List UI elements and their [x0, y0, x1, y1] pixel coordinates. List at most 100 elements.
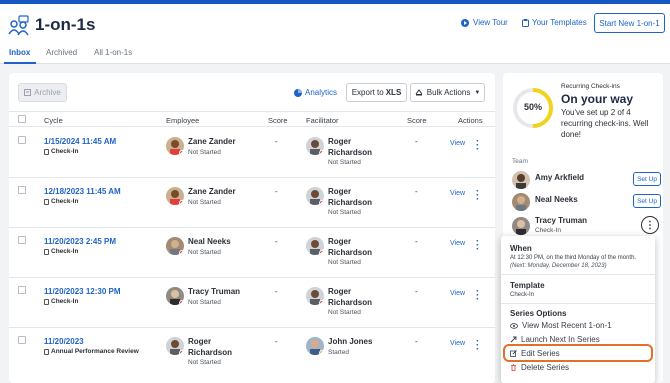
view-most-recent-label: View Most Recent 1-on-1: [522, 321, 612, 330]
template-label: Template: [510, 281, 545, 290]
select-all-checkbox[interactable]: [18, 115, 26, 123]
row-checkbox[interactable]: [18, 236, 26, 244]
row-checkbox[interactable]: [18, 336, 26, 344]
play-circle-icon: [461, 18, 469, 27]
tab-bar: Inbox Archived All 1-on-1s: [0, 44, 670, 64]
employee-status: Not Started: [188, 149, 221, 156]
avatar: [166, 137, 184, 155]
progress-percent: 50%: [523, 102, 542, 112]
cycle-date-link[interactable]: 11/20/2023 12:30 PM: [44, 287, 121, 296]
delete-series-item[interactable]: Delete Series: [510, 363, 569, 372]
view-link[interactable]: View: [450, 240, 465, 247]
your-templates-label: Your Templates: [532, 18, 587, 27]
trash-icon: [511, 364, 516, 371]
tab-archived[interactable]: Archived: [46, 48, 77, 57]
employee-name: Roger Richardson: [188, 337, 233, 357]
recurring-label: Recurring Check-ins: [561, 83, 620, 90]
export-xls-button[interactable]: Export to XLS: [346, 83, 407, 102]
chevron-down-icon: ▼: [474, 89, 481, 96]
cycle-type: Check-In: [44, 198, 78, 205]
document-icon: [44, 198, 49, 205]
cycle-date-link[interactable]: 11/20/2023 2:45 PM: [44, 237, 116, 246]
table-row: 11/20/2023 12:30 PM Check-In Tracy Truma…: [9, 278, 495, 328]
document-icon: [44, 298, 49, 305]
row-menu-icon[interactable]: · · ·: [476, 287, 480, 305]
status-dot: [179, 150, 184, 155]
your-templates-link[interactable]: Your Templates: [522, 18, 587, 27]
avatar: [306, 187, 324, 205]
facilitator-status: Started: [328, 349, 349, 356]
column-employee: Employee: [166, 116, 200, 125]
launch-next-item[interactable]: Launch Next In Series: [510, 335, 600, 344]
avatar: [306, 337, 324, 355]
view-link[interactable]: View: [450, 340, 465, 347]
when-next: (Next: Monday, December 18, 2023): [510, 263, 607, 269]
set-up-button[interactable]: Set Up: [633, 172, 661, 186]
cycle-date-link[interactable]: 12/18/2023 11:45 AM: [44, 187, 121, 196]
series-options-menu: When At 12:30 PM, on the third Monday of…: [501, 236, 655, 383]
status-dot: [179, 300, 184, 305]
cycle-type-label: Annual Performance Review: [51, 348, 139, 355]
employee-score: -: [275, 137, 278, 146]
avatar: [512, 171, 530, 189]
member-name: Amy Arkfield: [535, 173, 585, 182]
employee-name: Zane Zander: [188, 187, 236, 196]
table-row: 12/18/2023 11:45 AM Check-In Zane Zander…: [9, 178, 495, 228]
employee-score: -: [275, 337, 278, 346]
table-header: Cycle Employee Score Facilitator Score A…: [9, 111, 495, 127]
employee-score: -: [275, 237, 278, 246]
avatar: [166, 187, 184, 205]
status-dot: [179, 250, 184, 255]
cycle-date-link[interactable]: 11/20/2023: [44, 337, 84, 346]
facilitator-score: -: [415, 187, 418, 196]
view-link[interactable]: View: [450, 140, 465, 147]
view-most-recent-item[interactable]: View Most Recent 1-on-1: [510, 321, 612, 330]
status-dot: [319, 300, 324, 305]
view-link[interactable]: View: [450, 290, 465, 297]
template-value: Check-In: [510, 292, 535, 298]
facilitator-status: Not Started: [328, 259, 361, 266]
bulk-actions-button[interactable]: Bulk Actions ▼: [410, 83, 485, 102]
tab-all-1-on-1s[interactable]: All 1-on-1s: [94, 48, 132, 57]
analytics-label: Analytics: [305, 88, 338, 97]
view-tour-link[interactable]: View Tour: [461, 18, 508, 27]
row-menu-icon[interactable]: · · ·: [476, 187, 480, 205]
view-link[interactable]: View: [450, 190, 465, 197]
start-new-button[interactable]: Start New 1-on-1: [594, 13, 665, 33]
employee-name: Tracy Truman: [188, 287, 241, 296]
export-prefix: Export to: [351, 88, 384, 97]
employee-status: Not Started: [188, 299, 221, 306]
avatar: [166, 237, 184, 255]
row-menu-icon[interactable]: · · ·: [476, 237, 480, 255]
progress-headline: On your way: [561, 92, 634, 106]
progress-description: You've set up 2 of 4 recurring check-ins…: [561, 108, 649, 139]
cycle-date-link[interactable]: 1/15/2024 11:45 AM: [44, 137, 116, 146]
row-checkbox[interactable]: [18, 286, 26, 294]
avatar: [306, 237, 324, 255]
set-up-button[interactable]: Set Up: [633, 194, 661, 208]
employee-status: Not Started: [188, 249, 221, 256]
column-facilitator-score: Score: [407, 116, 427, 125]
employee-name: Neal Neeks: [188, 237, 231, 246]
cycle-type-label: Check-In: [51, 298, 79, 305]
facilitator-status: Not Started: [328, 159, 361, 166]
team-member: Amy Arkfield Set Up: [512, 170, 662, 190]
cycle-type: Check-In: [44, 298, 78, 305]
document-icon: [44, 148, 49, 155]
archive-icon: [24, 89, 32, 96]
document-icon: [44, 248, 49, 255]
tab-inbox[interactable]: Inbox: [9, 48, 30, 57]
row-checkbox[interactable]: [18, 186, 26, 194]
member-options-icon[interactable]: ⋮: [641, 216, 659, 234]
row-menu-icon[interactable]: · · ·: [476, 137, 480, 155]
analytics-link[interactable]: Analytics: [294, 88, 337, 97]
series-options-label: Series Options: [510, 309, 567, 318]
row-menu-icon[interactable]: · · ·: [476, 337, 480, 355]
team-member: Tracy Truman Check-In ⋮: [512, 216, 662, 236]
archive-button[interactable]: Archive: [18, 83, 67, 102]
member-name: Tracy Truman: [535, 216, 588, 225]
when-text: At 12:30 PM, on the third Monday of the …: [510, 255, 637, 261]
row-checkbox[interactable]: [18, 136, 26, 144]
status-dot: [319, 150, 324, 155]
cycle-type-label: Check-In: [51, 248, 79, 255]
